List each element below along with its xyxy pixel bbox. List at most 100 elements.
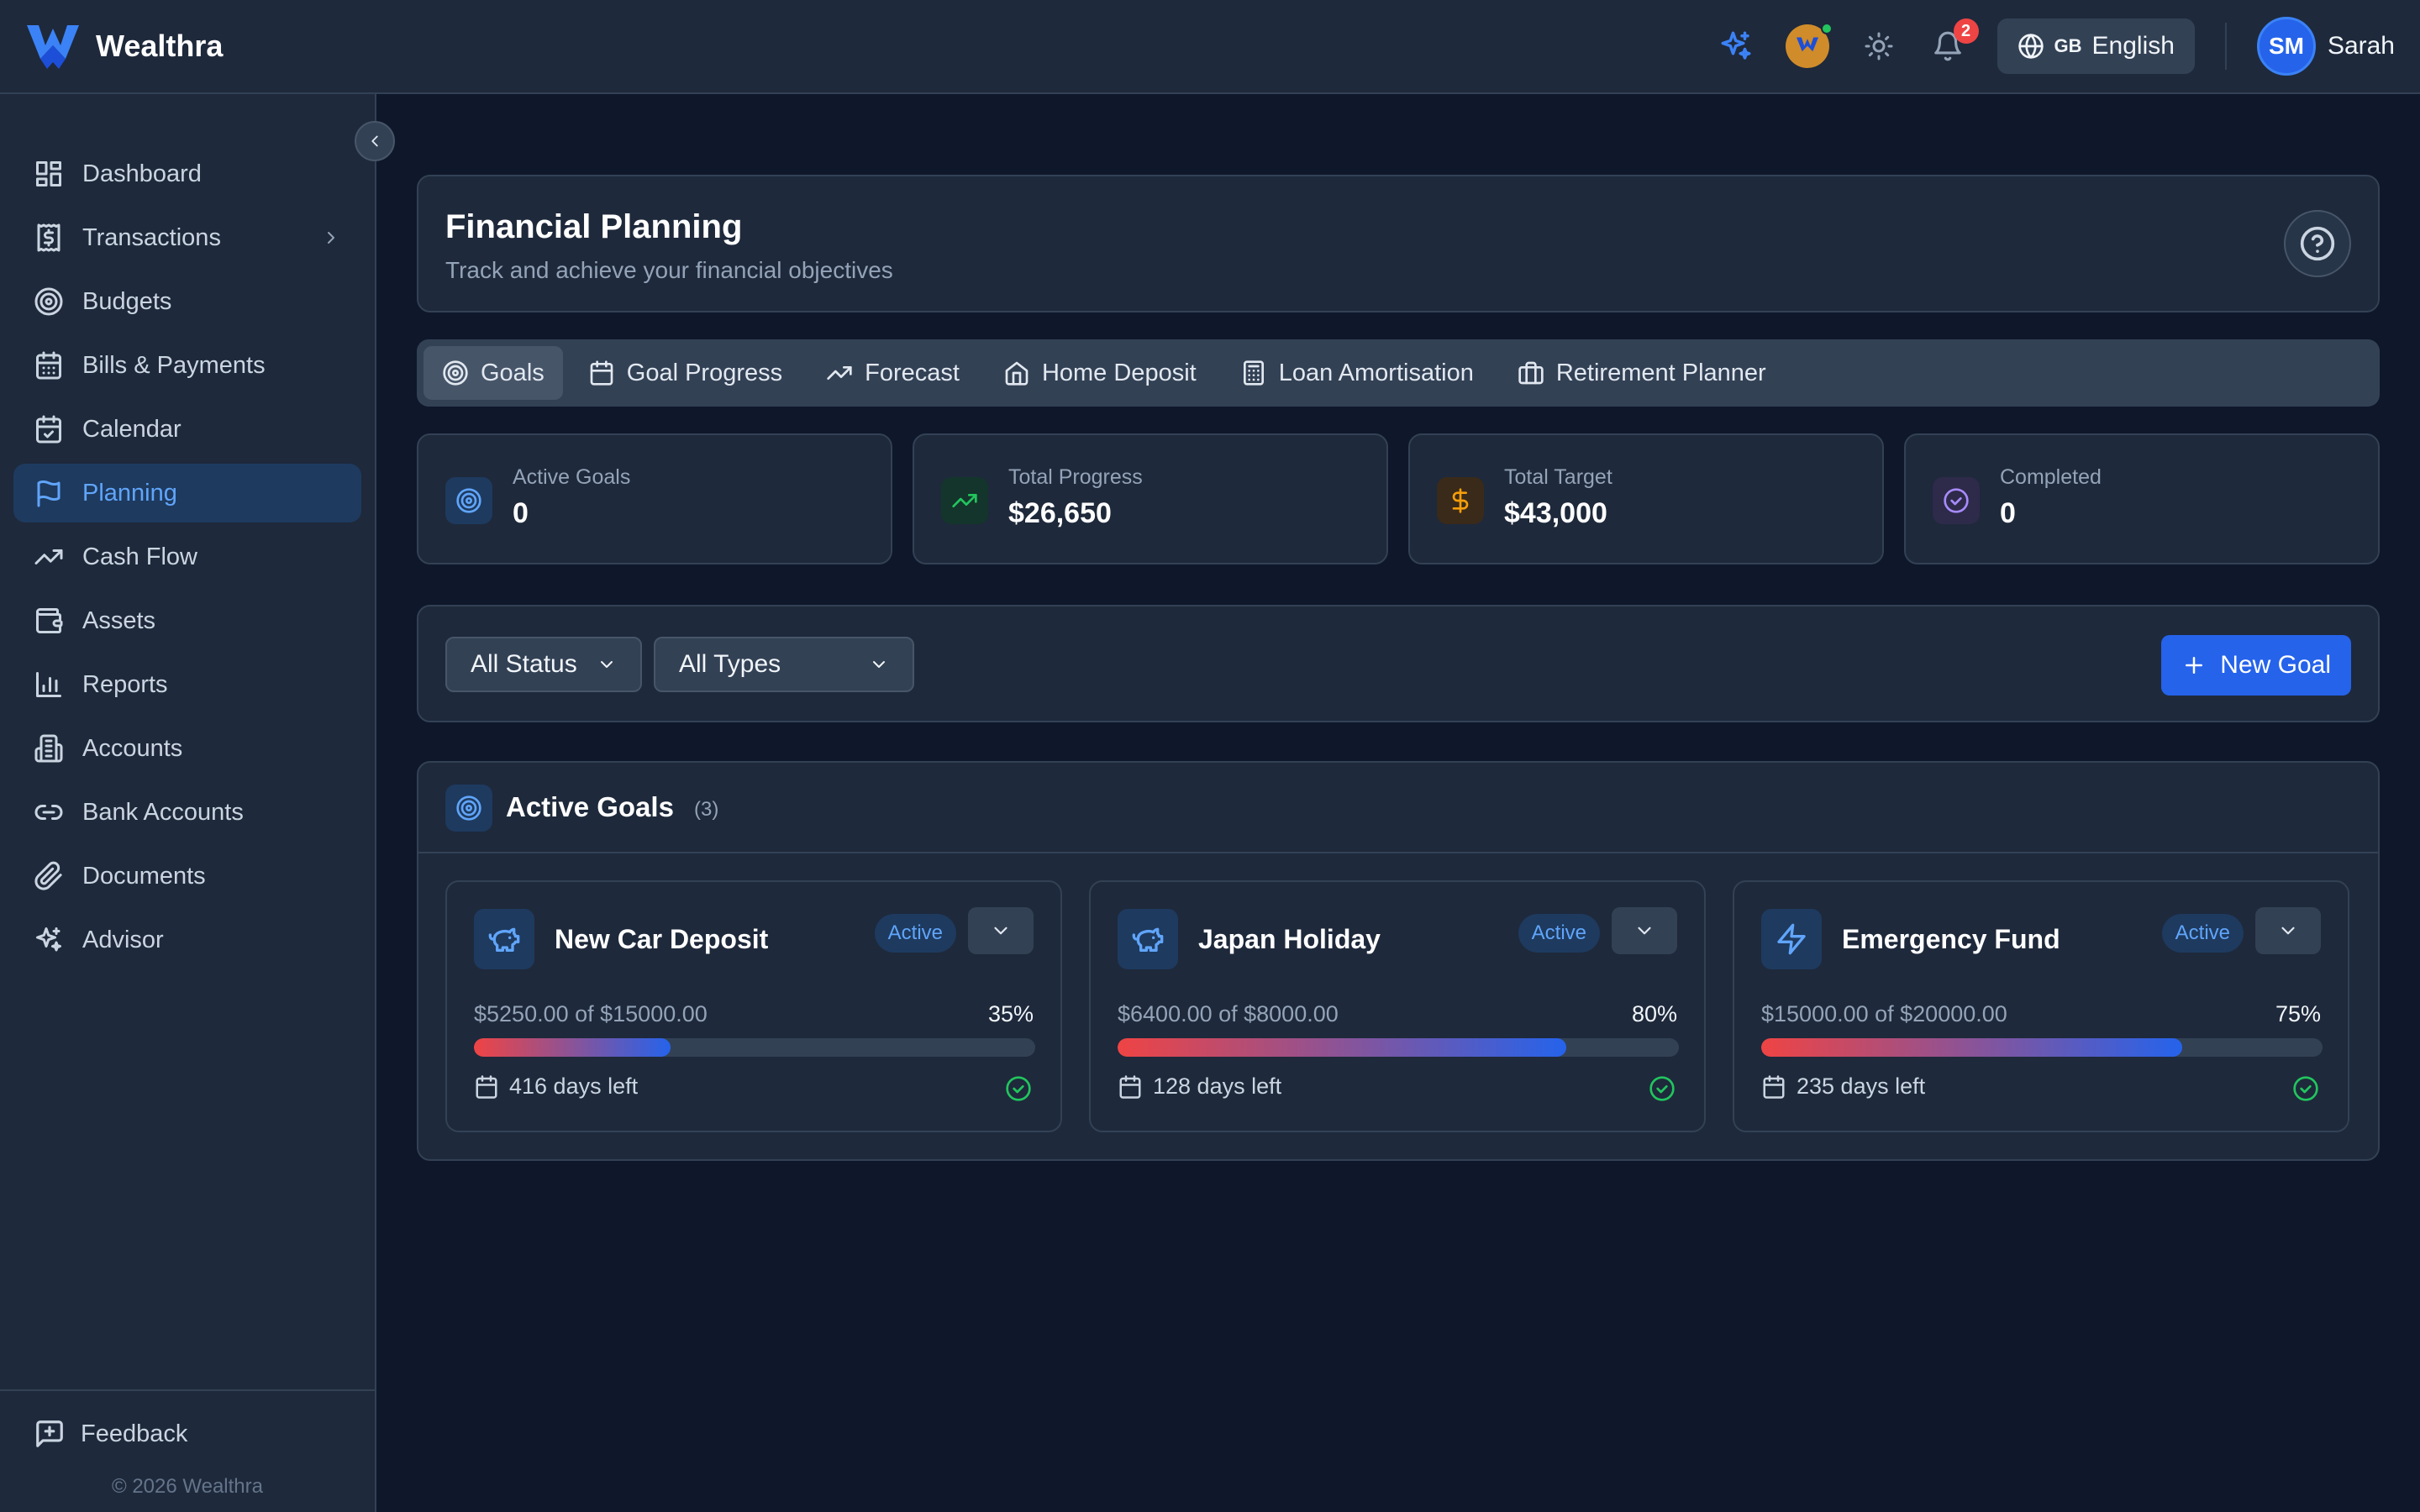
- goal-name: Emergency Fund: [1842, 924, 2060, 954]
- dashboard-icon: [36, 161, 61, 186]
- calendar-icon: [590, 360, 613, 386]
- building-icon: [34, 734, 63, 763]
- page-title: Financial Planning: [445, 208, 743, 245]
- flag-icon: [37, 480, 60, 507]
- chevron-down-icon: [2281, 927, 2295, 935]
- goal-card[interactable]: Japan Holiday Active $6400.00 of $8000.0…: [1089, 880, 1706, 1132]
- rewards-coin-button[interactable]: [1785, 23, 1833, 68]
- stat-value: $26,650: [1008, 497, 1112, 529]
- sidebar: Dashboard Transactions Budgets Bills & P…: [0, 94, 376, 1512]
- days-left-label: 128 days left: [1153, 1074, 1282, 1099]
- tab-loan-amortisation[interactable]: Loan Amortisation: [1222, 346, 1492, 400]
- sidebar-item-label: Bills & Payments: [82, 351, 266, 379]
- tab-retirement-planner[interactable]: Retirement Planner: [1499, 346, 1785, 400]
- tab-goals[interactable]: Goals: [424, 346, 563, 400]
- goal-card[interactable]: New Car Deposit Active $5250.00 of $1500…: [445, 880, 1062, 1132]
- sidebar-item-label: Reports: [82, 670, 168, 698]
- tab-label: Goal Progress: [626, 359, 783, 386]
- brand[interactable]: Wealthra: [25, 20, 223, 72]
- tab-goal-progress[interactable]: Goal Progress: [570, 346, 801, 400]
- link-icon: [34, 805, 63, 820]
- progress-bar-fill: [1118, 1038, 1567, 1057]
- sidebar-item-accounts[interactable]: Accounts: [13, 719, 361, 778]
- filter-bar: All Status All Types New Goal: [417, 605, 2380, 722]
- user-menu[interactable]: SM Sarah: [2256, 17, 2395, 76]
- page-header-card: Financial Planning Track and achieve you…: [417, 175, 2380, 312]
- notifications-button[interactable]: 2: [1928, 18, 1979, 66]
- goal-name: New Car Deposit: [555, 924, 769, 954]
- sidebar-item-label: Assets: [82, 606, 156, 634]
- sidebar-item-label: Documents: [82, 862, 206, 890]
- help-button[interactable]: [2284, 210, 2351, 277]
- type-filter-value: All Types: [679, 650, 781, 678]
- section-title: Active Goals: [506, 791, 674, 822]
- calculator-icon: [1243, 360, 1264, 386]
- globe-icon: [2018, 34, 2044, 59]
- section-header: Active Goals (3): [418, 763, 2378, 853]
- goal-amount: $15000.00 of $20000.00: [1761, 1001, 2007, 1026]
- active-goals-section: Active Goals (3) New Car Deposit Active …: [417, 761, 2380, 1161]
- goal-icon-box: [1761, 909, 1822, 969]
- sidebar-collapse-button[interactable]: [355, 121, 395, 161]
- section-count: (3): [694, 798, 719, 821]
- goal-icon-box: [1118, 909, 1178, 969]
- tab-forecast[interactable]: Forecast: [808, 346, 978, 400]
- goal-menu-button[interactable]: [968, 907, 1034, 954]
- check-circle-icon: [2293, 1076, 2318, 1101]
- sidebar-item-assets[interactable]: Assets: [13, 591, 361, 650]
- chevron-down-icon: [873, 661, 885, 668]
- user-name: Sarah: [2327, 32, 2395, 60]
- sidebar-item-bank-accounts[interactable]: Bank Accounts: [13, 783, 361, 842]
- goal-amount: $5250.00 of $15000.00: [474, 1001, 708, 1026]
- stat-card-total-progress: Total Progress $26,650: [913, 433, 1388, 564]
- goal-menu-button[interactable]: [1612, 907, 1677, 954]
- target-icon: [456, 795, 481, 821]
- sidebar-item-label: Dashboard: [82, 160, 202, 187]
- sidebar-item-reports[interactable]: Reports: [13, 655, 361, 714]
- feedback-button[interactable]: Feedback: [34, 1418, 187, 1450]
- status-filter-select[interactable]: All Status: [445, 637, 642, 692]
- theme-toggle-button[interactable]: [1860, 27, 1898, 66]
- sidebar-item-cash-flow[interactable]: Cash Flow: [13, 528, 361, 586]
- calendar-icon: [36, 351, 61, 380]
- progress-bar-fill: [1761, 1038, 2182, 1057]
- goal-card[interactable]: Emergency Fund Active $15000.00 of $2000…: [1733, 880, 2349, 1132]
- check-circle-icon: [1006, 1076, 1031, 1101]
- sidebar-item-label: Bank Accounts: [82, 798, 244, 826]
- sidebar-item-budgets[interactable]: Budgets: [13, 272, 361, 331]
- avatar: SM: [2256, 17, 2316, 76]
- copyright: © 2026 Wealthra: [111, 1475, 263, 1498]
- chevron-down-icon: [601, 661, 613, 668]
- calendar-icon: [1763, 1074, 1785, 1099]
- sidebar-nav: Dashboard Transactions Budgets Bills & P…: [13, 144, 361, 974]
- sidebar-item-planning[interactable]: Planning: [13, 464, 361, 522]
- goal-icon-box: [474, 909, 534, 969]
- page-subtitle: Track and achieve your financial objecti…: [445, 257, 893, 283]
- tab-label: Home Deposit: [1041, 359, 1197, 386]
- stat-card-completed: Completed 0: [1904, 433, 2380, 564]
- sidebar-item-advisor[interactable]: Advisor: [13, 911, 361, 969]
- receipt-icon: [37, 223, 60, 252]
- sidebar-item-calendar[interactable]: Calendar: [13, 400, 361, 459]
- wealthra-logo-icon: [25, 20, 81, 72]
- type-filter-select[interactable]: All Types: [654, 637, 914, 692]
- on-track-indicator: [1005, 1075, 1032, 1102]
- stat-value: 0: [2000, 497, 2016, 529]
- sidebar-item-documents[interactable]: Documents: [13, 847, 361, 906]
- sidebar-item-label: Advisor: [82, 926, 164, 953]
- coin-logo-icon: [1796, 37, 1818, 52]
- sidebar-item-bills-payments[interactable]: Bills & Payments: [13, 336, 361, 395]
- goal-menu-button[interactable]: [2255, 907, 2321, 954]
- chevron-down-icon: [1638, 927, 1651, 935]
- language-selector[interactable]: GB English: [1996, 18, 2195, 74]
- dollar-icon: [1452, 488, 1469, 513]
- new-goal-button[interactable]: New Goal: [2161, 635, 2351, 696]
- sidebar-item-dashboard[interactable]: Dashboard: [13, 144, 361, 203]
- ai-sparkles-button[interactable]: [1717, 27, 1755, 66]
- sparkles-icon: [1721, 31, 1751, 60]
- stat-icon-box: [941, 477, 988, 524]
- target-icon: [456, 488, 481, 513]
- stat-icon-box: [1933, 477, 1980, 524]
- sidebar-item-transactions[interactable]: Transactions: [13, 208, 361, 267]
- tab-home-deposit[interactable]: Home Deposit: [985, 346, 1215, 400]
